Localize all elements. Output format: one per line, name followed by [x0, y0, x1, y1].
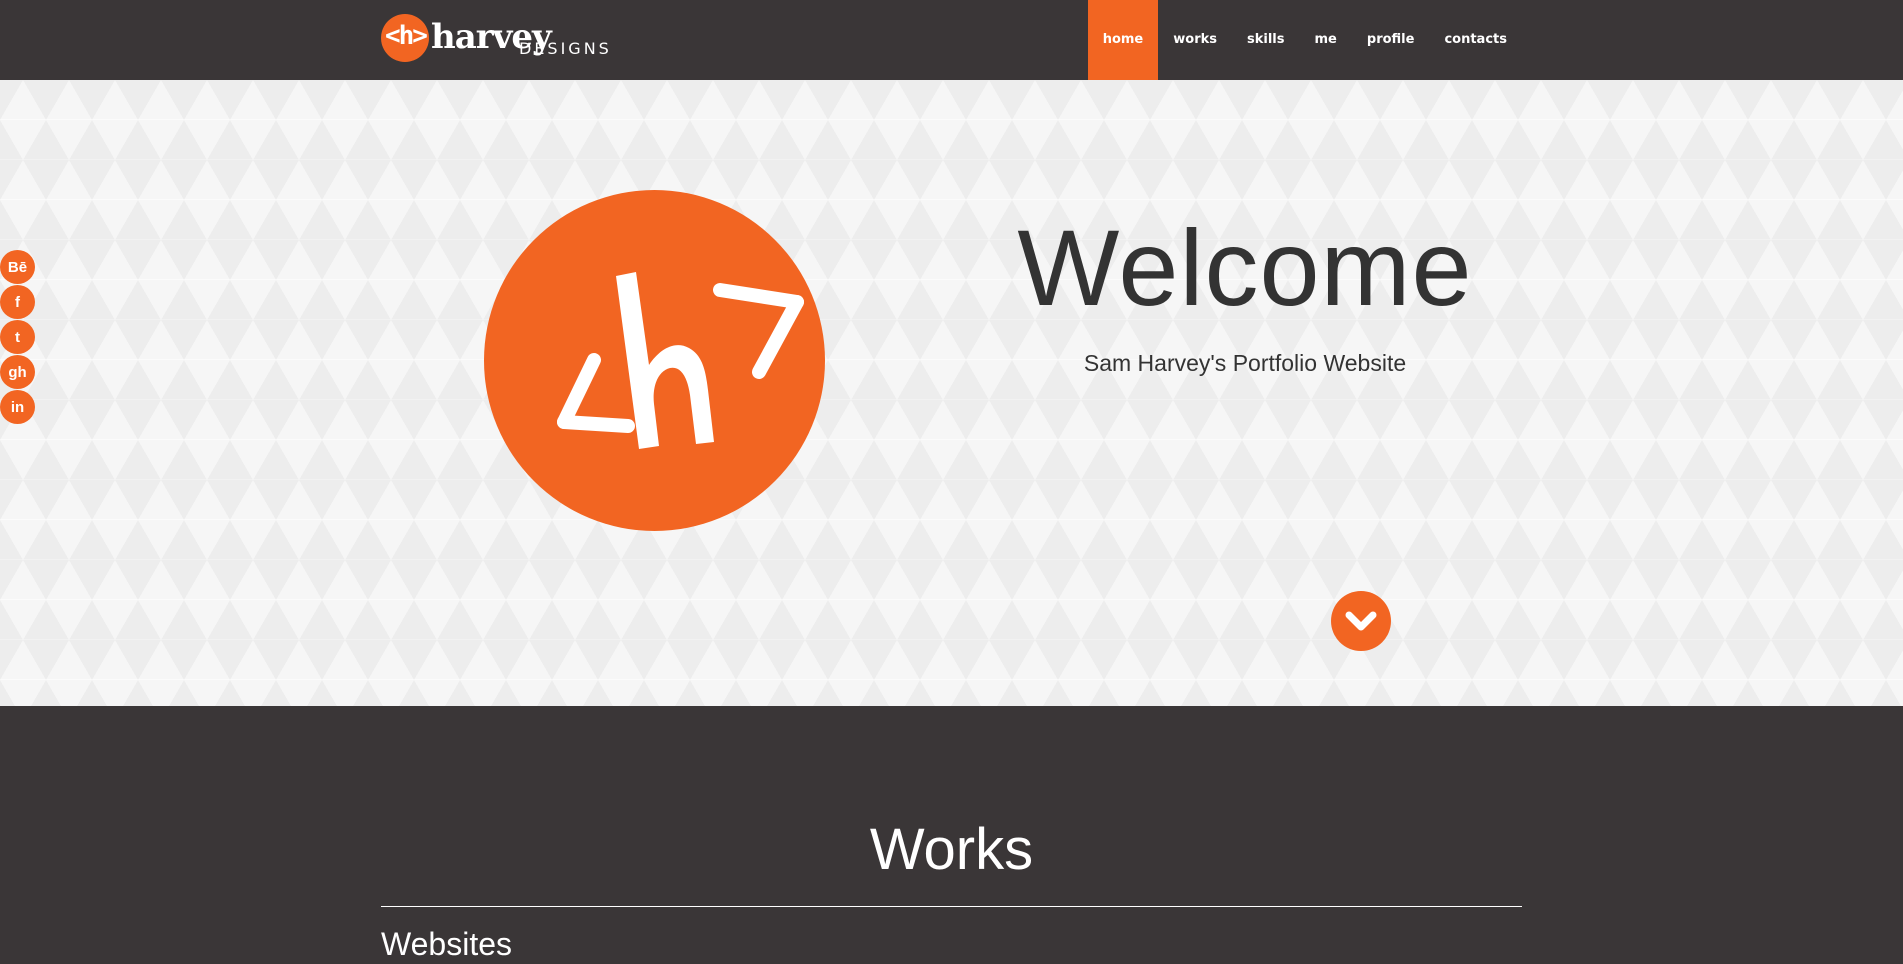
nav-item-contacts[interactable]: contacts	[1429, 0, 1522, 80]
nav-item-profile[interactable]: profile	[1352, 0, 1430, 80]
github-icon[interactable]: gh	[0, 355, 35, 389]
linkedin-icon[interactable]: in	[0, 390, 35, 424]
scroll-down-button[interactable]	[1331, 591, 1391, 651]
logo-mark: <h>	[385, 21, 428, 51]
behance-icon[interactable]: Bē	[0, 250, 35, 284]
nav-item-home[interactable]: home	[1087, 0, 1159, 80]
twitter-icon[interactable]: t	[0, 320, 35, 354]
nav-item-works[interactable]: works	[1158, 0, 1232, 80]
hero-subtitle: Sam Harvey's Portfolio Website	[1083, 350, 1407, 376]
main-nav: home works skills me profile contacts	[1087, 0, 1522, 80]
hero-logo-icon	[484, 190, 825, 531]
nav-item-skills[interactable]: skills	[1232, 0, 1300, 80]
hero-section: Welcome Sam Harvey's Portfolio Website	[0, 80, 1903, 706]
facebook-icon[interactable]: f	[0, 285, 35, 319]
works-divider	[381, 906, 1522, 907]
navbar: <h> harvey DESIGNS home works skills me …	[0, 0, 1903, 80]
social-sidebar: Bē f t gh in	[0, 250, 36, 425]
nav-item-me[interactable]: me	[1300, 0, 1352, 80]
chevron-down-icon	[1345, 611, 1377, 631]
works-heading: Works	[869, 817, 1034, 882]
hero-title: Welcome	[1017, 207, 1473, 328]
websites-subheading: Websites	[381, 926, 513, 962]
site-logo[interactable]: <h> harvey DESIGNS	[381, 14, 611, 64]
logo-subtitle: DESIGNS	[519, 39, 612, 58]
